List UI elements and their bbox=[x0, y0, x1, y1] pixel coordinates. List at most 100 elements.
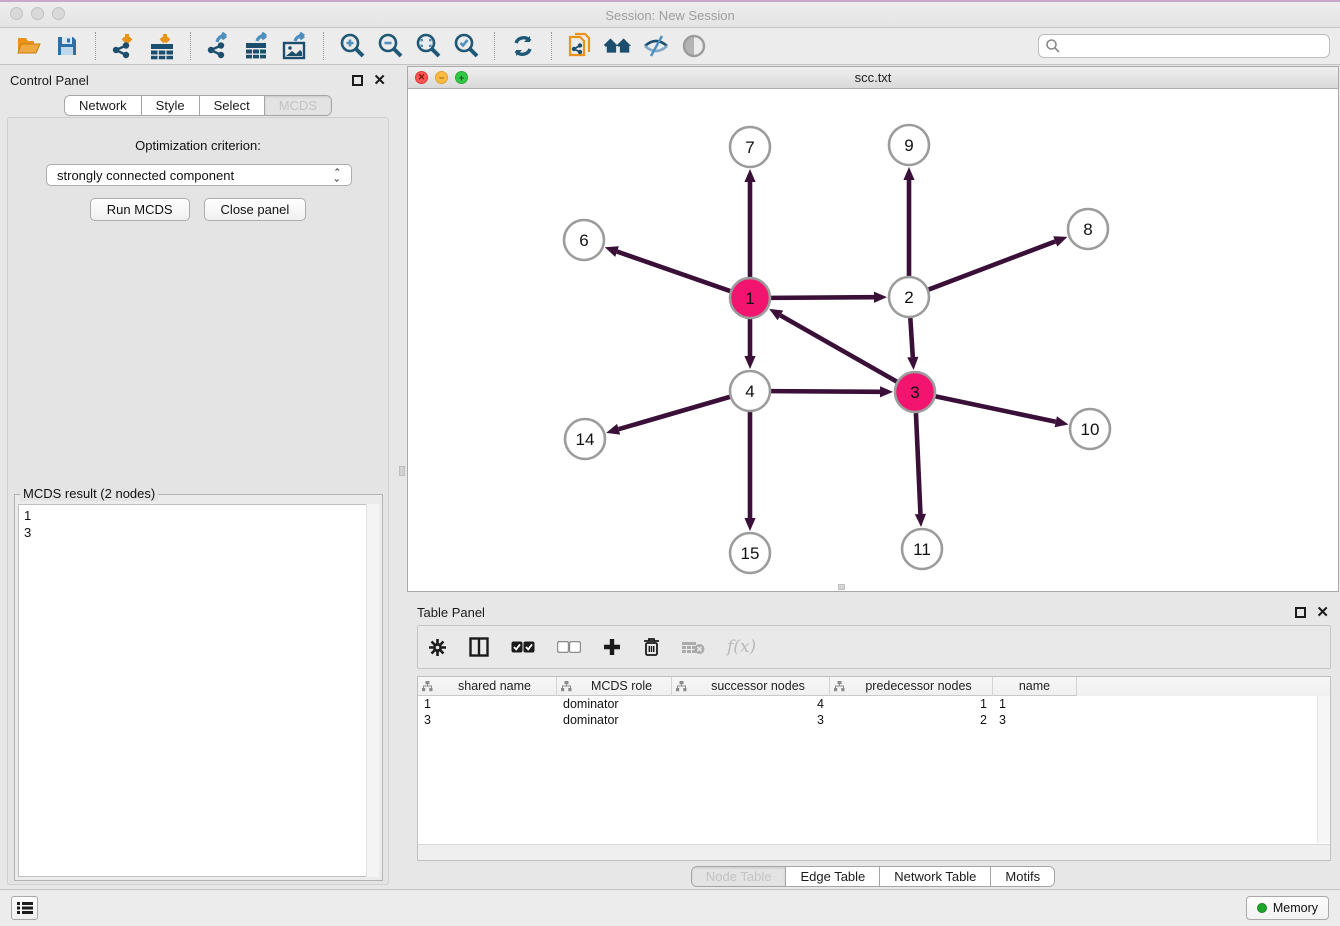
close-panel-icon[interactable]: ✕ bbox=[1316, 607, 1329, 618]
zoom-in-icon[interactable] bbox=[337, 31, 367, 61]
edge-1-4[interactable] bbox=[744, 319, 755, 369]
graph-node-9[interactable]: 9 bbox=[889, 125, 929, 165]
zoom-selected-icon[interactable] bbox=[451, 31, 481, 61]
table-cell[interactable]: dominator bbox=[557, 712, 672, 728]
import-network-icon[interactable] bbox=[109, 31, 139, 61]
edge-4-3[interactable] bbox=[771, 386, 893, 397]
graph-node-7[interactable]: 7 bbox=[730, 127, 770, 167]
birdseye-view-icon[interactable] bbox=[679, 31, 709, 61]
table-cell[interactable]: dominator bbox=[557, 696, 672, 712]
split-columns-icon[interactable] bbox=[469, 637, 489, 657]
table-cell[interactable]: 1 bbox=[993, 696, 1077, 712]
column-header-shared-name[interactable]: shared name bbox=[418, 677, 557, 696]
export-network-icon[interactable] bbox=[204, 31, 234, 61]
tab-edge-table[interactable]: Edge Table bbox=[786, 867, 880, 886]
graph-node-6[interactable]: 6 bbox=[564, 220, 604, 260]
table-horizontal-scrollbar[interactable] bbox=[418, 844, 1330, 860]
mcds-panel: Optimization criterion: strongly connect… bbox=[7, 117, 389, 885]
task-history-button[interactable] bbox=[11, 896, 38, 920]
table-cell[interactable]: 3 bbox=[672, 712, 830, 728]
result-scrollbar[interactable] bbox=[366, 504, 379, 877]
edge-1-6[interactable] bbox=[605, 246, 730, 291]
table-cell[interactable]: 3 bbox=[993, 712, 1077, 728]
graph-node-15[interactable]: 15 bbox=[730, 533, 770, 573]
export-image-icon[interactable] bbox=[280, 31, 310, 61]
table-cell[interactable]: 4 bbox=[672, 696, 830, 712]
tab-select[interactable]: Select bbox=[200, 96, 265, 115]
run-mcds-button[interactable]: Run MCDS bbox=[90, 198, 190, 221]
tab-node-table[interactable]: Node Table bbox=[692, 867, 787, 886]
tab-mcds[interactable]: MCDS bbox=[265, 96, 331, 115]
graph-node-1[interactable]: 1 bbox=[730, 278, 770, 318]
tab-network-table[interactable]: Network Table bbox=[880, 867, 991, 886]
column-header-name[interactable]: name bbox=[993, 677, 1077, 696]
tab-network[interactable]: Network bbox=[65, 96, 142, 115]
export-table-icon[interactable] bbox=[242, 31, 272, 61]
deselect-all-checks-icon[interactable] bbox=[557, 641, 581, 653]
table-row[interactable]: 1dominator411 bbox=[418, 696, 1330, 712]
import-table-icon[interactable] bbox=[147, 31, 177, 61]
edge-4-15[interactable] bbox=[744, 412, 755, 531]
graph-node-3[interactable]: 3 bbox=[895, 372, 935, 412]
zoom-fit-icon[interactable] bbox=[413, 31, 443, 61]
graph-node-14[interactable]: 14 bbox=[565, 419, 605, 459]
table-cell[interactable]: 1 bbox=[418, 696, 557, 712]
duplicate-network-icon[interactable] bbox=[565, 31, 595, 61]
edge-2-8[interactable] bbox=[929, 236, 1068, 289]
optimization-criterion-dropdown[interactable]: strongly connected component ⌃⌃ bbox=[46, 164, 352, 186]
graph-node-10[interactable]: 10 bbox=[1070, 409, 1110, 449]
splitter-handle[interactable] bbox=[399, 466, 405, 476]
table-row[interactable]: 3dominator323 bbox=[418, 712, 1330, 728]
table-cell[interactable]: 1 bbox=[830, 696, 993, 712]
delete-table-icon[interactable] bbox=[682, 640, 705, 655]
select-all-checks-icon[interactable] bbox=[511, 641, 535, 653]
memory-label: Memory bbox=[1273, 901, 1318, 915]
add-column-icon[interactable] bbox=[603, 638, 621, 656]
edge-2-3[interactable] bbox=[907, 318, 918, 370]
svg-text:10: 10 bbox=[1081, 420, 1100, 439]
zoom-out-icon[interactable] bbox=[375, 31, 405, 61]
search-field[interactable] bbox=[1038, 34, 1330, 58]
close-panel-button[interactable]: Close panel bbox=[204, 198, 307, 221]
graph-node-11[interactable]: 11 bbox=[902, 529, 942, 569]
network-canvas[interactable]: 1 2 3 4 6 7 8 9 10 11 14 15 bbox=[408, 89, 1338, 591]
hide-details-icon[interactable] bbox=[641, 31, 671, 61]
open-file-icon[interactable] bbox=[14, 31, 44, 61]
search-input[interactable] bbox=[1061, 39, 1323, 54]
edge-4-14[interactable] bbox=[606, 397, 730, 435]
table-vertical-scrollbar[interactable] bbox=[1317, 696, 1330, 843]
float-panel-icon[interactable] bbox=[352, 75, 363, 86]
delete-column-icon[interactable] bbox=[643, 637, 660, 657]
edge-3-1[interactable] bbox=[769, 309, 897, 382]
column-header-successor-nodes[interactable]: successor nodes bbox=[672, 677, 830, 696]
network-window-titlebar[interactable]: ✕ − + scc.txt bbox=[408, 67, 1338, 89]
edge-1-2[interactable] bbox=[771, 292, 887, 303]
tab-style[interactable]: Style bbox=[142, 96, 200, 115]
splitter-handle[interactable] bbox=[838, 584, 845, 590]
home-view-icon[interactable] bbox=[603, 31, 633, 61]
float-panel-icon[interactable] bbox=[1295, 607, 1306, 618]
svg-text:7: 7 bbox=[745, 138, 754, 157]
table-settings-icon[interactable] bbox=[428, 638, 447, 657]
toolbar-separator bbox=[95, 32, 96, 60]
column-header-MCDS-role[interactable]: MCDS role bbox=[557, 677, 672, 696]
memory-button[interactable]: Memory bbox=[1246, 896, 1329, 920]
tab-motifs[interactable]: Motifs bbox=[991, 867, 1054, 886]
save-session-icon[interactable] bbox=[52, 31, 82, 61]
edge-3-11[interactable] bbox=[915, 413, 926, 527]
svg-text:15: 15 bbox=[741, 544, 760, 563]
edge-1-7[interactable] bbox=[744, 169, 755, 277]
graph-node-4[interactable]: 4 bbox=[730, 371, 770, 411]
table-cell[interactable]: 3 bbox=[418, 712, 557, 728]
table-cell[interactable]: 2 bbox=[830, 712, 993, 728]
edge-3-10[interactable] bbox=[936, 396, 1069, 427]
column-header-predecessor-nodes[interactable]: predecessor nodes bbox=[830, 677, 993, 696]
close-panel-icon[interactable]: ✕ bbox=[373, 75, 386, 86]
mcds-result-text[interactable]: 1 3 bbox=[18, 504, 379, 877]
refresh-layout-icon[interactable] bbox=[508, 31, 538, 61]
network-window-title: scc.txt bbox=[408, 70, 1338, 85]
graph-node-2[interactable]: 2 bbox=[889, 277, 929, 317]
function-builder-icon[interactable]: f(x) bbox=[727, 637, 756, 657]
graph-node-8[interactable]: 8 bbox=[1068, 209, 1108, 249]
edge-2-9[interactable] bbox=[903, 167, 914, 276]
